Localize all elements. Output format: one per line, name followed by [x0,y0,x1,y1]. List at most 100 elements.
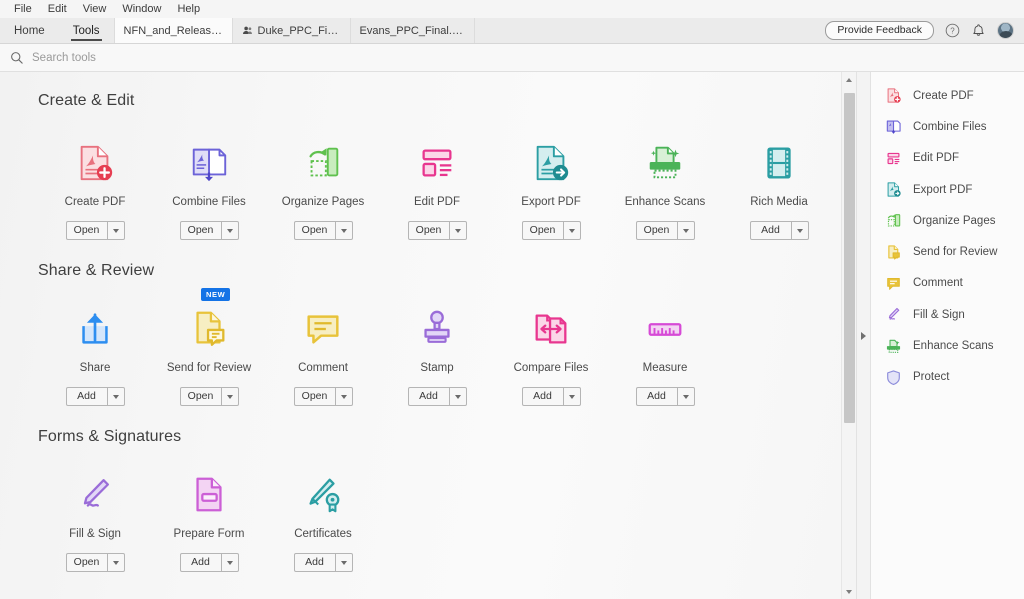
compare-files-icon [530,304,572,350]
chevron-down-icon[interactable] [449,221,467,240]
scroll-up-icon[interactable] [842,72,857,87]
tool-action-button[interactable]: Open [179,221,222,240]
tool-tile-enhance-scans[interactable]: Enhance Scans Open [608,120,722,240]
panel-item-protect[interactable]: Protect [871,362,1024,393]
search-tools-bar [0,44,1024,72]
menu-item-edit[interactable]: Edit [40,0,75,18]
user-avatar[interactable] [997,22,1014,39]
chevron-down-icon[interactable] [449,387,467,406]
document-tab-3[interactable]: Evans_PPC_Final.pdf [349,18,474,43]
panel-item-label: Send for Review [913,246,998,259]
tool-tile-actions: Open [407,221,467,240]
tool-tile-label: Comment [298,362,348,374]
provide-feedback-button[interactable]: Provide Feedback [825,21,934,40]
chevron-down-icon[interactable] [221,387,239,406]
panel-collapse-splitter[interactable] [857,72,871,599]
nav-tab-home[interactable]: Home [0,18,59,43]
chevron-down-icon[interactable] [563,221,581,240]
nav-tab-tools[interactable]: Tools [59,18,114,43]
tool-tile-fill-and-sign[interactable]: Fill & Sign Open [38,452,152,572]
tool-tile-send-for-review[interactable]: NEW Send for Review Open [152,286,266,406]
tool-tile-actions: Open [179,221,239,240]
tool-tile-rich-media[interactable]: Rich Media Add [722,120,836,240]
chevron-down-icon[interactable] [107,221,125,240]
panel-item-comment[interactable]: Comment [871,268,1024,299]
panel-item-label: Enhance Scans [913,340,994,353]
chevron-down-icon[interactable] [677,221,695,240]
content-vertical-scrollbar[interactable] [841,72,856,599]
chevron-down-icon[interactable] [335,387,353,406]
tool-tile-organize-pages[interactable]: Organize Pages Open [266,120,380,240]
tool-action-button[interactable]: Add [179,553,222,572]
tool-tile-actions: Add [749,221,809,240]
tool-action-button[interactable]: Open [293,221,336,240]
document-tab-2-label: Duke_PPC_Final (0... [257,24,341,37]
create-pdf-icon [885,87,902,104]
tool-action-button[interactable]: Open [293,387,336,406]
tool-tile-combine-files[interactable]: Combine Files Open [152,120,266,240]
tool-tile-stamp[interactable]: Stamp Add [380,286,494,406]
tool-tile-actions: Open [179,387,239,406]
tool-action-button[interactable]: Open [65,221,108,240]
tool-action-button[interactable]: Add [407,387,450,406]
menu-item-view[interactable]: View [75,0,115,18]
tool-action-button[interactable]: Add [65,387,108,406]
menu-item-window[interactable]: Window [114,0,169,18]
tool-tile-share[interactable]: Share Add [38,286,152,406]
panel-item-combine-files[interactable]: Combine Files [871,111,1024,142]
tool-tile-label: Edit PDF [413,196,460,208]
chevron-down-icon[interactable] [335,553,353,572]
chevron-down-icon[interactable] [791,221,809,240]
tool-tile-label: Export PDF [521,196,581,208]
tool-action-button[interactable]: Open [65,553,108,572]
bell-icon[interactable] [971,23,986,38]
chevron-down-icon[interactable] [221,553,239,572]
scrollbar-track[interactable] [842,87,857,584]
tool-tile-comment[interactable]: Comment Open [266,286,380,406]
tool-tile-label: Prepare Form [173,528,245,540]
chevron-down-icon[interactable] [107,553,125,572]
tool-action-button[interactable]: Open [521,221,564,240]
tool-action-button[interactable]: Add [293,553,336,572]
tool-tile-export-pdf[interactable]: Export PDF Open [494,120,608,240]
tool-action-button[interactable]: Open [179,387,222,406]
tool-tile-certificates[interactable]: Certificates Add [266,452,380,572]
tool-action-button[interactable]: Open [635,221,678,240]
tool-action-button[interactable]: Open [407,221,450,240]
panel-item-edit-pdf[interactable]: Edit PDF [871,143,1024,174]
scrollbar-thumb[interactable] [843,93,855,423]
panel-item-send-for-review[interactable]: Send for Review [871,236,1024,267]
scroll-down-icon[interactable] [842,584,857,599]
export-pdf-icon [530,138,572,184]
menu-item-help[interactable]: Help [169,0,208,18]
panel-item-create-pdf[interactable]: Create PDF [871,80,1024,111]
chevron-down-icon[interactable] [221,221,239,240]
help-circle-icon[interactable]: ? [945,23,960,38]
tool-tile-label: Organize Pages [281,196,365,208]
search-icon [10,51,24,65]
chevron-down-icon[interactable] [677,387,695,406]
panel-item-fill-and-sign[interactable]: Fill & Sign [871,299,1024,330]
search-input[interactable] [32,51,332,64]
tool-tile-actions: Add [407,387,467,406]
document-tab-2[interactable]: Duke_PPC_Final (0... [231,18,350,43]
chevron-down-icon[interactable] [335,221,353,240]
document-tab-1[interactable]: NFN_and_ReleaseN... [113,18,232,43]
tool-tile-create-pdf[interactable]: Create PDF Open [38,120,152,240]
tool-tile-actions: Open [521,221,581,240]
menu-item-file[interactable]: File [6,0,40,18]
tool-tile-label: Rich Media [750,196,808,208]
tool-tile-measure[interactable]: Measure Add [608,286,722,406]
edit-pdf-icon [416,138,458,184]
tool-action-button[interactable]: Add [635,387,678,406]
tool-action-button[interactable]: Add [521,387,564,406]
chevron-down-icon[interactable] [563,387,581,406]
tool-tile-edit-pdf[interactable]: Edit PDF Open [380,120,494,240]
panel-item-organize-pages[interactable]: Organize Pages [871,205,1024,236]
tool-tile-compare-files[interactable]: Compare Files Add [494,286,608,406]
tool-action-button[interactable]: Add [749,221,792,240]
panel-item-enhance-scans[interactable]: Enhance Scans [871,330,1024,361]
tool-tile-prepare-form[interactable]: Prepare Form Add [152,452,266,572]
chevron-down-icon[interactable] [107,387,125,406]
panel-item-export-pdf[interactable]: Export PDF [871,174,1024,205]
